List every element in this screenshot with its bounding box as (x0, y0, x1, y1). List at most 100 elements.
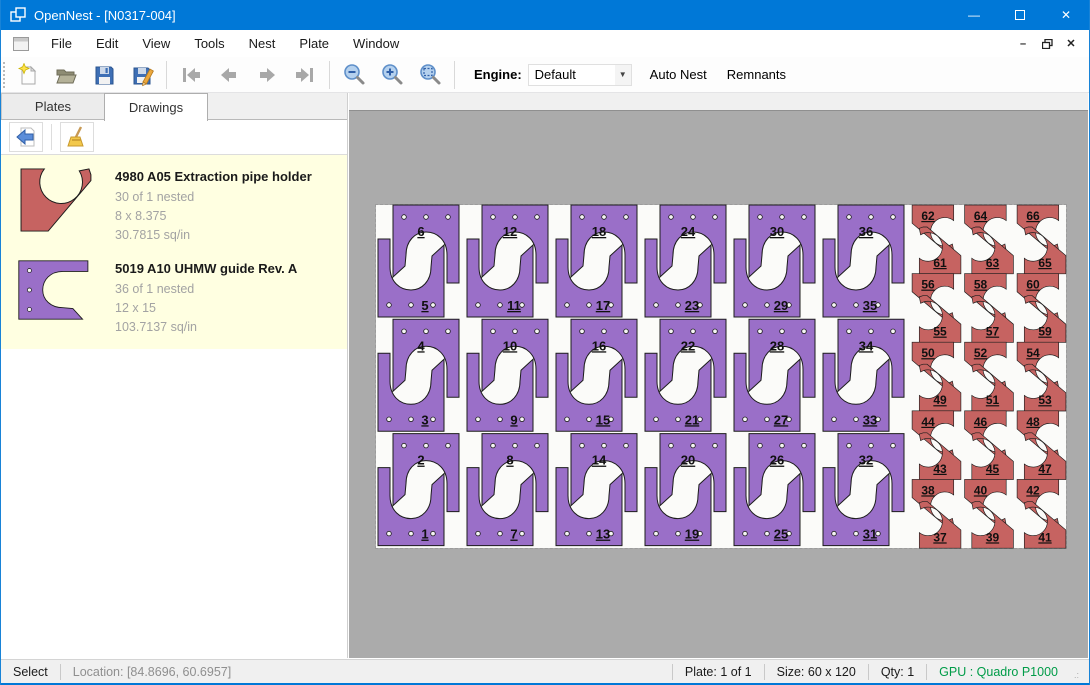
nested-part[interactable] (393, 434, 459, 512)
first-plate-button[interactable] (172, 60, 210, 90)
nested-part[interactable] (378, 239, 444, 317)
nest-viewport[interactable]: 6512111817242330293635431091615222128273… (349, 110, 1088, 658)
nested-part[interactable] (660, 434, 726, 512)
nested-part[interactable] (467, 353, 533, 431)
zoom-fit-button[interactable] (411, 60, 449, 90)
nested-part[interactable] (645, 239, 711, 317)
hole (431, 303, 436, 308)
list-item[interactable]: 4980 A05 Extraction pipe holder 30 of 1 … (1, 159, 347, 251)
hole (713, 215, 718, 220)
hole (780, 443, 785, 448)
menu-tools[interactable]: Tools (182, 31, 236, 56)
nested-part[interactable] (749, 319, 815, 397)
nested-part[interactable] (571, 319, 637, 397)
nested-part[interactable] (645, 353, 711, 431)
nested-part[interactable] (838, 205, 904, 283)
tab-drawings[interactable]: Drawings (104, 93, 208, 121)
hole (654, 417, 659, 422)
zoom-in-button[interactable] (373, 60, 411, 90)
menu-file[interactable]: File (39, 31, 84, 56)
save-button[interactable] (85, 60, 123, 90)
zoom-out-button[interactable] (335, 60, 373, 90)
minimize-button[interactable]: — (951, 0, 997, 30)
hole (869, 215, 874, 220)
hole (387, 303, 392, 308)
nested-part[interactable] (734, 239, 800, 317)
first-icon (178, 63, 204, 87)
hole (669, 329, 674, 334)
nested-part[interactable] (749, 434, 815, 512)
tab-plates[interactable]: Plates (1, 93, 105, 119)
nested-part[interactable] (556, 468, 622, 546)
mdi-restore-button[interactable] (1037, 35, 1057, 53)
hole (891, 215, 896, 220)
hole (743, 531, 748, 536)
close-button[interactable]: ✕ (1043, 0, 1089, 30)
nested-part[interactable] (378, 353, 444, 431)
nested-part[interactable] (393, 319, 459, 397)
mdi-child-icon[interactable] (13, 37, 29, 51)
nested-part[interactable] (482, 319, 548, 397)
menu-edit[interactable]: Edit (84, 31, 130, 56)
maximize-button[interactable] (997, 0, 1043, 30)
next-plate-button[interactable] (248, 60, 286, 90)
nested-part[interactable] (571, 434, 637, 512)
menu-window[interactable]: Window (341, 31, 411, 56)
part-number-label: 36 (859, 224, 873, 239)
mdi-close-button[interactable]: ✕ (1061, 35, 1081, 53)
mdi-minimize-button[interactable]: – (1013, 35, 1033, 53)
nested-part[interactable] (749, 205, 815, 283)
nested-part[interactable] (838, 319, 904, 397)
nested-part[interactable] (660, 319, 726, 397)
remnants-button[interactable]: Remnants (717, 61, 796, 88)
hole (669, 215, 674, 220)
hole (424, 443, 429, 448)
hole (869, 329, 874, 334)
nested-part[interactable] (645, 468, 711, 546)
nested-part[interactable] (823, 353, 889, 431)
nested-part[interactable] (482, 434, 548, 512)
nested-part[interactable] (21, 169, 91, 231)
engine-select[interactable]: Default ▼ (528, 64, 632, 86)
nested-part[interactable] (734, 353, 800, 431)
nested-part[interactable] (571, 205, 637, 283)
nested-part[interactable] (378, 468, 444, 546)
menu-plate[interactable]: Plate (287, 31, 341, 56)
hole (513, 443, 518, 448)
chevron-down-icon[interactable]: ▼ (615, 65, 631, 85)
import-back-button[interactable] (9, 122, 43, 152)
menu-nest[interactable]: Nest (237, 31, 288, 56)
menu-view[interactable]: View (130, 31, 182, 56)
nested-part[interactable] (482, 205, 548, 283)
nested-part[interactable] (556, 239, 622, 317)
auto-nest-button[interactable]: Auto Nest (640, 61, 717, 88)
last-plate-button[interactable] (286, 60, 324, 90)
list-item[interactable]: 5019 A10 UHMW guide Rev. A 36 of 1 neste… (1, 251, 347, 343)
part-number-label: 59 (1038, 325, 1052, 339)
nested-part[interactable] (19, 261, 88, 319)
hole (624, 215, 629, 220)
clean-button[interactable] (60, 122, 94, 152)
new-file-button[interactable] (9, 60, 47, 90)
nested-part[interactable] (823, 468, 889, 546)
nested-part[interactable] (467, 239, 533, 317)
part-number-label: 61 (933, 256, 947, 270)
window-title: OpenNest - [N0317-004] (34, 8, 176, 23)
part-number-label: 62 (921, 209, 935, 223)
plate[interactable]: 6512111817242330293635431091615222128273… (376, 205, 1066, 548)
nested-part[interactable] (838, 434, 904, 512)
main-toolbar: Engine: Default ▼ Auto Nest Remnants (1, 57, 1089, 93)
nested-part[interactable] (823, 239, 889, 317)
nested-part[interactable] (734, 468, 800, 546)
previous-plate-button[interactable] (210, 60, 248, 90)
nested-part[interactable] (467, 468, 533, 546)
part-number-label: 16 (592, 338, 606, 353)
nested-part[interactable] (556, 353, 622, 431)
save-as-button[interactable] (123, 60, 161, 90)
nested-part[interactable] (393, 205, 459, 283)
nested-part[interactable] (660, 205, 726, 283)
next-icon (254, 63, 280, 87)
open-button[interactable] (47, 60, 85, 90)
hole (891, 329, 896, 334)
resize-grip[interactable]: .: (1074, 670, 1086, 682)
